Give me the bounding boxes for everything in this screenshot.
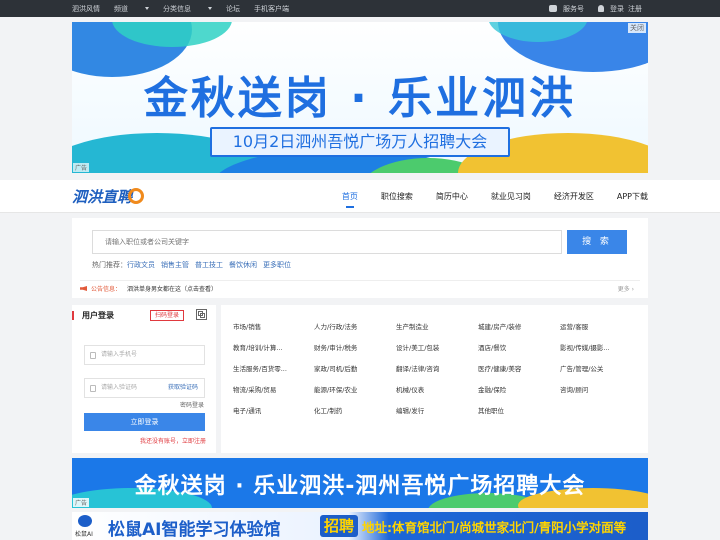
top-link-forum[interactable]: 论坛 <box>226 4 240 14</box>
user-icon <box>598 5 604 12</box>
login-title: 用户登录 <box>82 311 114 320</box>
category-link[interactable]: 财务/审计/税务 <box>314 342 357 352</box>
search-button[interactable]: 搜 索 <box>567 230 627 254</box>
shield-icon <box>90 385 96 392</box>
banner-subtitle: 10月2日泗州吾悦广场万人招聘大会 <box>210 127 510 157</box>
hot-link[interactable]: 普工技工 <box>195 260 223 270</box>
category-link[interactable]: 运营/客服 <box>560 321 588 331</box>
category-link[interactable]: 家政/司机/后勤 <box>314 363 357 373</box>
squirrel-ai-banner[interactable]: 松鼠AI 松鼠AI智能学习体验馆 招聘 地址:体育馆北门/尚城世家北门/青阳小学… <box>72 512 648 540</box>
code-placeholder: 请输入验证码 <box>101 384 138 391</box>
category-link[interactable]: 电子/通讯 <box>233 405 261 415</box>
category-link[interactable]: 咨询/顾问 <box>560 384 588 394</box>
category-link[interactable]: 医疗/健康/美容 <box>478 363 521 373</box>
category-link[interactable]: 化工/制药 <box>314 405 342 415</box>
category-link[interactable]: 物流/采购/贸易 <box>233 384 276 394</box>
main-nav: 首页 职位搜索 简历中心 就业见习岗 经济开发区 APP下载 <box>319 180 648 213</box>
register-link[interactable]: 我还没有账号，立即注册 <box>140 436 206 445</box>
top-link-fengqing[interactable]: 泗洪风情 <box>72 4 100 14</box>
notice-link[interactable]: 泗洪单身男女都在这（点击查看） <box>127 284 217 293</box>
category-link[interactable]: 其他职位 <box>478 405 504 415</box>
logo-text: 泗洪直聘 <box>72 187 133 206</box>
job-categories: 市场/销售 人力/行政/法务 生产制造业 城建/房产/装修 运营/客服 教育/培… <box>221 305 648 453</box>
category-link[interactable]: 城建/房产/装修 <box>478 321 521 331</box>
banner-title: 金秋送岗 · 乐业泗洪 <box>143 73 577 124</box>
category-link[interactable]: 翻译/法律/咨询 <box>396 363 439 373</box>
top-link-classified-label: 分类信息 <box>163 4 191 13</box>
nav-internship[interactable]: 就业见习岗 <box>491 180 531 213</box>
hot-recommendations: 热门推荐： 行政文员 销售主管 普工技工 餐饮休闲 更多职位 <box>92 260 291 270</box>
category-link[interactable]: 机械/仪表 <box>396 384 424 394</box>
squirrel-logo-icon <box>78 515 92 527</box>
top-link-channel-label: 频道 <box>114 4 128 13</box>
nav-app-download[interactable]: APP下载 <box>617 180 648 213</box>
site-logo[interactable]: 泗洪直聘 <box>72 185 145 207</box>
search-input[interactable] <box>92 230 562 254</box>
hot-label: 热门推荐： <box>92 261 127 269</box>
job-fair-banner[interactable]: 金秋送岗 · 乐业泗洪-泗州吾悦广场招聘大会 广告 <box>72 458 648 508</box>
notice-label: 公告信息： <box>91 286 122 293</box>
wechat-icon <box>549 5 557 12</box>
code-field[interactable]: 请输入验证码 获取验证码 <box>84 378 205 398</box>
service-account-link[interactable]: 服务号 <box>563 4 584 14</box>
category-link[interactable]: 能源/环保/农业 <box>314 384 357 394</box>
banner-address: 地址:体育馆北门/尚城世家北门/青阳小学对面等 <box>362 520 627 535</box>
search-panel: 搜 索 热门推荐： 行政文员 销售主管 普工技工 餐饮休闲 更多职位 公告信息：… <box>72 218 648 298</box>
top-link-classified[interactable]: 分类信息 <box>163 4 212 14</box>
hot-link[interactable]: 餐饮休闲 <box>229 260 257 270</box>
category-link[interactable]: 生产制造业 <box>396 321 429 331</box>
login-submit-button[interactable]: 立即登录 <box>84 413 205 431</box>
brand-label: 松鼠AI <box>75 531 93 538</box>
notice-more-link[interactable]: 更多 › <box>618 284 634 293</box>
site-header: 泗洪直聘 首页 职位搜索 简历中心 就业见习岗 经济开发区 APP下载 <box>0 180 720 213</box>
category-link[interactable]: 市场/销售 <box>233 321 261 331</box>
hot-link[interactable]: 销售主管 <box>161 260 189 270</box>
category-link[interactable]: 教育/培训/计算... <box>233 342 283 352</box>
hot-link[interactable]: 更多职位 <box>263 260 291 270</box>
phone-icon <box>90 352 96 359</box>
ad-label: 广告 <box>73 498 90 507</box>
category-link[interactable]: 金融/保险 <box>478 384 506 394</box>
password-login-link[interactable]: 密码登录 <box>180 400 204 409</box>
category-link[interactable]: 编辑/发行 <box>396 405 424 415</box>
qr-login-tab[interactable]: 扫码登录 <box>150 310 185 321</box>
nav-economic-zone[interactable]: 经济开发区 <box>554 180 594 213</box>
banner-title: 松鼠AI智能学习体验馆 <box>108 520 281 540</box>
category-link[interactable]: 广告/管理/公关 <box>560 363 603 373</box>
register-link[interactable]: 注册 <box>628 4 642 14</box>
category-link[interactable]: 生活服务/百货零... <box>233 363 287 373</box>
hot-link[interactable]: 行政文员 <box>127 260 155 270</box>
category-link[interactable]: 设计/美工/包装 <box>396 342 439 352</box>
ad-label: 广告 <box>73 163 90 172</box>
recruit-tag: 招聘 <box>320 515 359 537</box>
top-right: 服务号 登录 注册 <box>549 0 642 17</box>
phone-placeholder: 请输入手机号 <box>101 351 138 358</box>
chevron-down-icon <box>145 7 149 10</box>
top-link-mobile[interactable]: 手机客户端 <box>254 4 289 14</box>
category-link[interactable]: 人力/行政/法务 <box>314 321 357 331</box>
speaker-icon <box>80 286 87 291</box>
login-panel: 用户登录 扫码登录 请输入手机号 请输入验证码 获取验证码 密码登录 立即登录 … <box>72 305 216 453</box>
nav-resume-center[interactable]: 简历中心 <box>436 180 468 213</box>
banner-text: 金秋送岗 · 乐业泗洪-泗州吾悦广场招聘大会 <box>134 474 586 499</box>
main-banner[interactable]: 金秋送岗 · 乐业泗洪 10月2日泗州吾悦广场万人招聘大会 关闭 广告 <box>72 22 648 173</box>
top-bar: 泗洪风情 频道 分类信息 论坛 手机客户端 服务号 登录 注册 <box>0 0 720 17</box>
title-accent <box>72 311 74 320</box>
qr-code-icon[interactable] <box>196 309 207 320</box>
nav-job-search[interactable]: 职位搜索 <box>381 180 413 213</box>
top-links: 泗洪风情 频道 分类信息 论坛 手机客户端 <box>72 0 303 17</box>
banner-close-button[interactable]: 关闭 <box>628 23 646 33</box>
nav-home[interactable]: 首页 <box>342 180 358 213</box>
notice-bar: 公告信息： 泗洪单身男女都在这（点击查看） 更多 › <box>80 280 640 296</box>
get-code-button[interactable]: 获取验证码 <box>168 379 198 397</box>
top-link-channel[interactable]: 频道 <box>114 4 149 14</box>
category-link[interactable]: 影视/传媒/摄影... <box>560 342 610 352</box>
phone-field[interactable]: 请输入手机号 <box>84 345 205 365</box>
category-link[interactable]: 酒店/餐饮 <box>478 342 506 352</box>
chevron-down-icon <box>208 7 212 10</box>
login-link[interactable]: 登录 <box>610 4 624 14</box>
logo-mark-icon <box>128 188 145 204</box>
